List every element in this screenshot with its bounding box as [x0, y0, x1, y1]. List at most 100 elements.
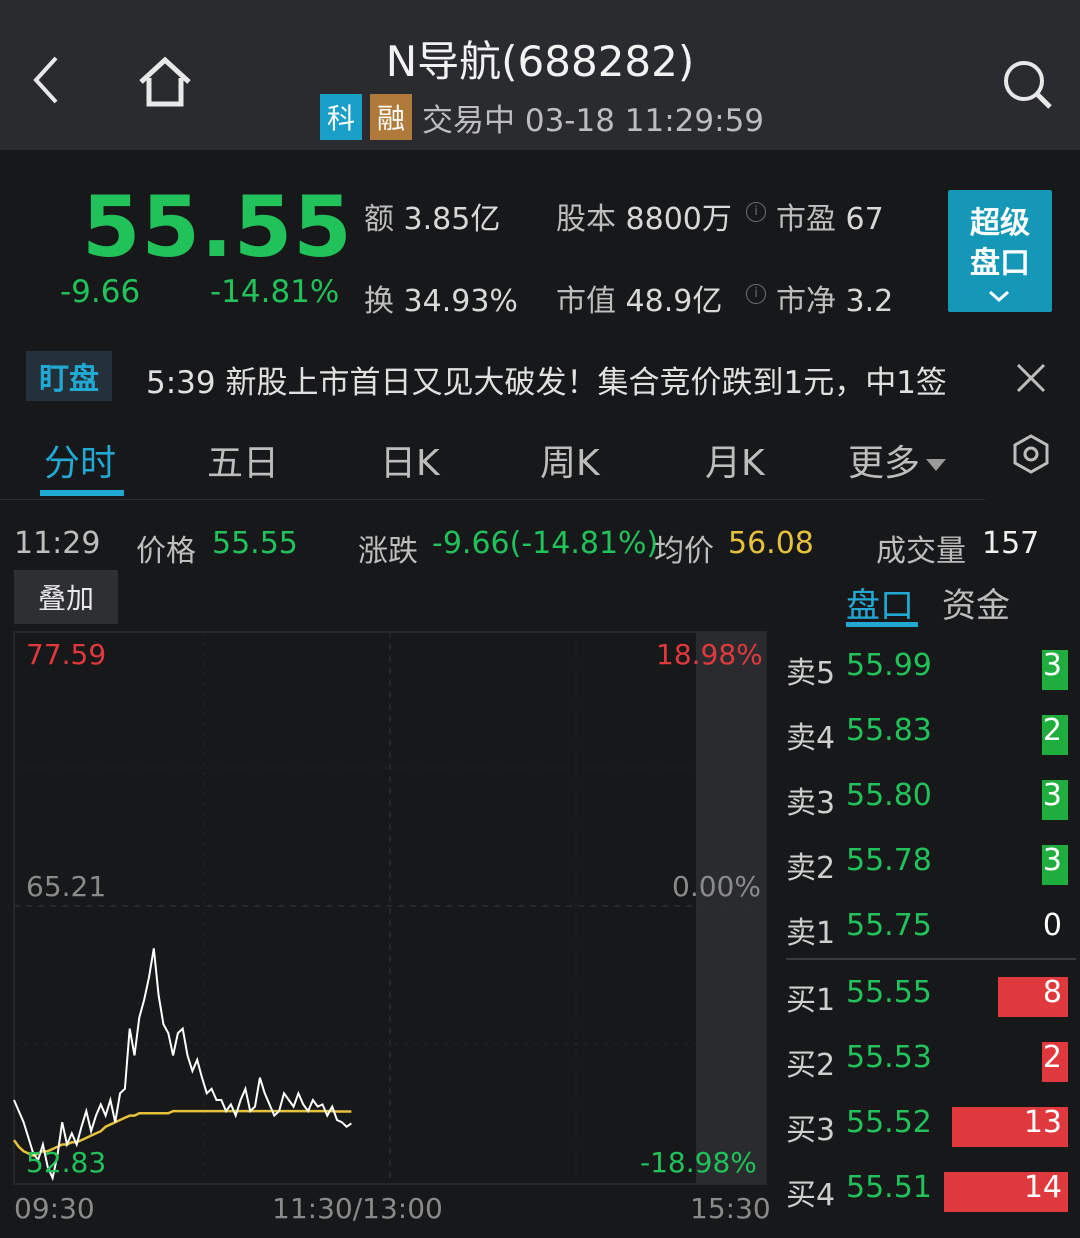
level-price: 55.75 — [846, 908, 932, 943]
info-change: -9.66(-14.81%) — [432, 526, 659, 561]
y-axis-mid: 65.21 — [26, 870, 107, 903]
level-label: 卖4 — [786, 721, 836, 756]
tab-more[interactable]: 更多 — [848, 434, 947, 486]
margin-badge: 融 — [370, 94, 412, 140]
info-avg: 56.08 — [728, 526, 814, 561]
stock-title: N导航(688282) — [385, 37, 695, 86]
level-label: 卖5 — [786, 656, 836, 691]
level-label: 卖1 — [786, 916, 836, 951]
ask-row[interactable]: 卖5 55.99 3 — [776, 636, 1076, 696]
level-price: 55.83 — [846, 713, 932, 748]
news-ticker[interactable]: 盯盘 5:39 新股上市首日又见大破发！集合竞价跌到1元，中1签 — [0, 345, 1080, 409]
status-line: 科 融 交易中 03-18 11:29:59 — [320, 94, 764, 140]
level-volume: 3 — [1042, 778, 1062, 813]
level-price: 55.53 — [846, 1040, 932, 1075]
bid-row[interactable]: 买1 55.55 8 — [776, 963, 1076, 1023]
amount-stat: 额 3.85亿 — [364, 194, 500, 238]
quote-panel: 55.55 -9.66 -14.81% 额 3.85亿 换 34.93% 股本 … — [0, 150, 1080, 340]
level-volume: 3 — [1042, 648, 1062, 683]
star-market-badge: 科 — [320, 94, 362, 140]
info-volume-label: 成交量 — [876, 534, 966, 569]
x-axis-close: 15:30 — [690, 1192, 771, 1225]
level-volume: 3 — [1042, 843, 1062, 878]
level-price: 55.52 — [846, 1105, 932, 1140]
search-button[interactable] — [998, 55, 1058, 115]
watch-tag: 盯盘 — [26, 351, 112, 401]
share-capital-stat: 股本 8800万 — [556, 194, 732, 238]
y-axis-max-pct: 18.98% — [656, 638, 763, 671]
level-label: 卖3 — [786, 786, 836, 821]
bid-row[interactable]: 买3 55.52 13 — [776, 1093, 1076, 1153]
news-headline[interactable]: 5:39 新股上市首日又见大破发！集合竞价跌到1元，中1签 — [146, 357, 976, 401]
info-change-label: 涨跌 — [358, 534, 418, 569]
pb-info-icon[interactable]: i — [746, 284, 766, 304]
pb-stat: 市净 3.2 — [776, 276, 893, 320]
side-tab-indicator — [846, 622, 918, 627]
book-divider — [786, 958, 1076, 960]
super-button-line2: 盘口 — [970, 246, 1030, 281]
x-axis-open: 09:30 — [14, 1192, 95, 1225]
info-time: 11:29 — [14, 526, 101, 561]
level-volume: 8 — [1042, 975, 1062, 1010]
overlay-button[interactable]: 叠加 — [14, 570, 118, 624]
level-label: 卖2 — [786, 851, 836, 886]
y-axis-min: 52.83 — [26, 1146, 107, 1179]
level-volume: 14 — [1023, 1170, 1062, 1205]
level-volume: 2 — [1042, 1040, 1062, 1075]
chevron-down-icon — [989, 290, 1009, 302]
tab-daily-k[interactable]: 日K — [380, 434, 440, 486]
tab-intraday[interactable]: 分时 — [44, 434, 116, 486]
tab-five-day[interactable]: 五日 — [207, 434, 279, 486]
level-price: 55.55 — [846, 975, 932, 1010]
share-capital-label: 股本 — [556, 202, 616, 237]
level-price: 55.99 — [846, 648, 932, 683]
market-value-label: 市值 — [556, 284, 616, 319]
ask-row[interactable]: 卖3 55.80 3 — [776, 766, 1076, 826]
pe-stat: 市盈 67 — [776, 194, 884, 238]
level-price: 55.78 — [846, 843, 932, 878]
ask-row[interactable]: 卖1 55.75 0 — [776, 896, 1076, 956]
price-change-pct: -14.81% — [210, 274, 340, 310]
info-price: 55.55 — [212, 526, 298, 561]
super-button-line1: 超级 — [970, 206, 1030, 241]
info-price-label: 价格 — [136, 534, 196, 569]
tab-monthly-k[interactable]: 月K — [705, 434, 765, 486]
intraday-chart[interactable]: 77.59 18.98% 65.21 0.00% 52.83 -18.98% 0… — [0, 626, 771, 1238]
tab-orderbook[interactable]: 盘口 — [846, 578, 914, 627]
tab-capital-flow[interactable]: 资金 — [942, 578, 1010, 627]
top-bar: N导航(688282) 科 融 交易中 03-18 11:29:59 — [0, 0, 1080, 150]
market-value-stat: 市值 48.9亿 — [556, 276, 722, 320]
super-orderbook-button[interactable]: 超级 盘口 — [948, 190, 1052, 312]
turnover-label: 换 — [364, 284, 394, 319]
close-ticker-button[interactable] — [1012, 359, 1050, 397]
level-label: 买1 — [786, 983, 836, 1018]
level-price: 55.51 — [846, 1170, 932, 1205]
ask-row[interactable]: 卖2 55.78 3 — [776, 831, 1076, 891]
info-avg-label: 均价 — [654, 534, 714, 569]
level-price: 55.80 — [846, 778, 932, 813]
market-value-value: 48.9亿 — [625, 284, 723, 319]
tab-more-label: 更多 — [848, 443, 921, 484]
level-volume: 13 — [1023, 1105, 1062, 1140]
last-price: 55.55 — [82, 178, 353, 276]
level-label: 买3 — [786, 1113, 836, 1148]
share-capital-value: 8800万 — [625, 202, 732, 237]
caret-down-icon — [926, 459, 947, 471]
level-label: 买2 — [786, 1048, 836, 1083]
amount-label: 额 — [364, 202, 394, 237]
ask-row[interactable]: 卖4 55.83 2 — [776, 701, 1076, 761]
pb-label: 市净 — [776, 284, 836, 319]
pe-value: 67 — [845, 202, 884, 237]
level-volume: 0 — [1042, 908, 1062, 943]
active-tab-indicator — [40, 490, 124, 496]
bid-row[interactable]: 买2 55.53 2 — [776, 1028, 1076, 1088]
bid-row[interactable]: 买4 55.51 14 — [776, 1158, 1076, 1218]
level-label: 买4 — [786, 1178, 836, 1213]
tab-weekly-k[interactable]: 周K — [540, 434, 600, 486]
pe-info-icon[interactable]: i — [746, 202, 766, 222]
info-volume: 157 — [982, 526, 1040, 561]
chart-settings-button[interactable] — [1010, 433, 1052, 475]
turnover-value: 34.93% — [403, 284, 518, 319]
x-axis-noon: 11:30/13:00 — [272, 1192, 443, 1225]
y-axis-mid-pct: 0.00% — [672, 870, 761, 903]
